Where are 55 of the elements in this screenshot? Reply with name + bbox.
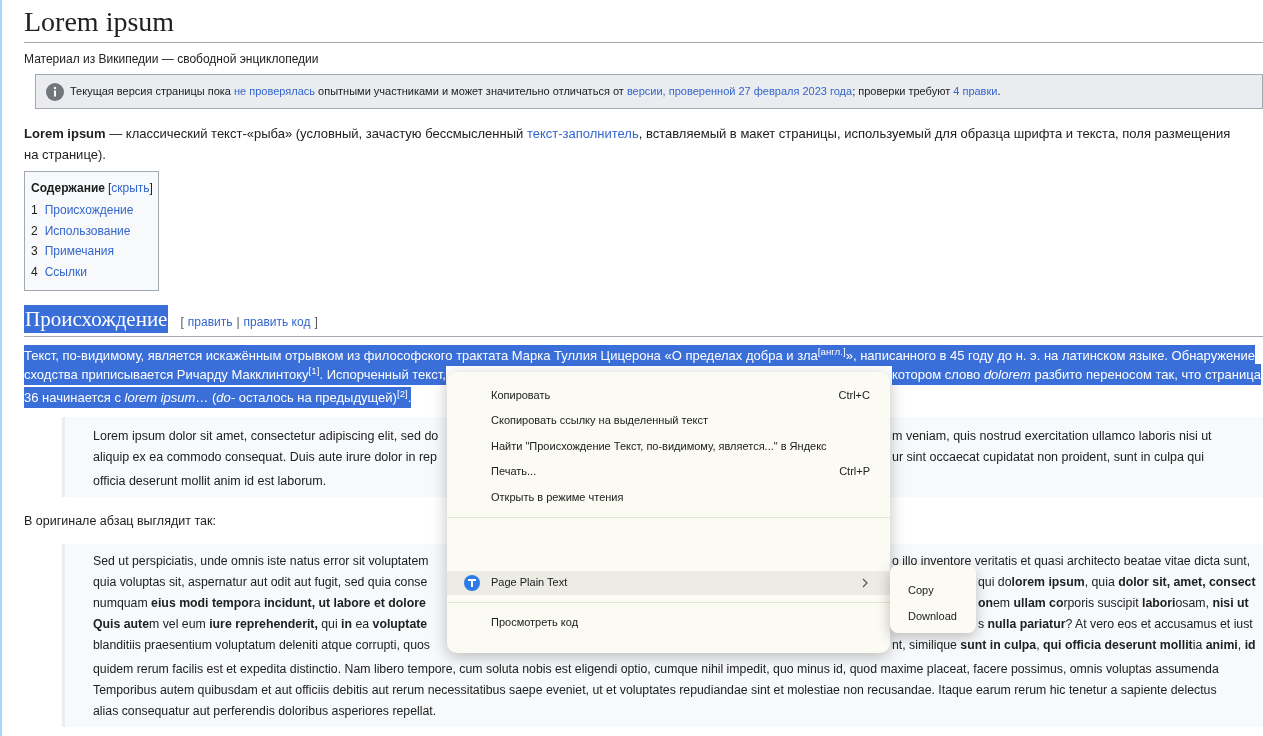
bracket: ]	[314, 314, 318, 331]
text-line: alias consequatur aut perferendis doloribus asperiores repellat.	[93, 703, 437, 720]
menu-item[interactable]: Печать... Ctrl+P	[447, 458, 890, 484]
separator: |	[236, 314, 240, 331]
toc-link[interactable]: Примечания	[44, 241, 114, 262]
bracket: ]	[149, 180, 153, 197]
text-line: aliquip ex ea commodo consequat. Duis aute irure dolor in rep	[93, 449, 437, 466]
toc-number: 2	[31, 222, 38, 240]
text-line: m veniam, quis nostrud exercitation ullamco laboris nisi ut	[892, 428, 1212, 445]
toc-number: 1	[31, 202, 38, 219]
text-line: officia deserunt mollit anim id est laborum.	[93, 473, 327, 490]
text-line: Lorem ipsum dolor sit amet, consectetur adipiscing elit, sed do	[93, 428, 439, 445]
toc-link[interactable]: Ссылки	[44, 261, 87, 282]
text-line: Temporibus autem quibusdam et aut officiis debitis aut rerum necessitatibus saepe eveniet, ut et voluptates repudiandae sint et molestiae non recusandae. Itaque earum rerum hic tenetur a sapiente delectus	[93, 682, 1217, 699]
text-line: quidem rerum facilis est et expedita distinctio. Nam libero tempore, cum soluta nobis est eligendi optio, cumque nihil impedit, quo minus id, quod maxime placeat, facere possimus, omnis voluptas assumenda	[93, 661, 1219, 678]
edit-link[interactable]: править код	[243, 313, 311, 331]
note-text: В оригинале абзац выглядит так:	[24, 513, 216, 530]
menu-item[interactable]: Открыть в режиме чтения	[447, 484, 890, 510]
text-line: Sed ut perspiciatis, unde omnis iste natus error sit voluptatem	[93, 553, 429, 570]
t-icon	[464, 574, 480, 591]
info-icon	[46, 82, 64, 101]
notice-text: Текущая версия страницы пока не проверялась опытными участниками и может значительно отличаться от версии, проверенной 27 февраля 2023 года; проверки требуют 4 правки.	[70, 84, 1001, 100]
toc-title: Содержание	[31, 180, 105, 197]
text-line: onem ullam corporis suscipit laboriosam, nisi ut	[978, 595, 1249, 612]
section-heading: Происхождение	[24, 305, 169, 333]
text-line: o illo inventore veritatis et quasi architecto beatae vitae dicta sunt,	[892, 553, 1251, 570]
text-line: quia voluptas sit, aspernatur aut odit aut fugit, sed quia conse	[93, 574, 428, 591]
menu-item[interactable]: Copy	[890, 577, 976, 603]
text-line: ur sint occaecat cupidatat non proident, sunt in culpa qui	[892, 449, 1204, 466]
toc-number: 4	[31, 263, 38, 281]
page-title: Lorem ipsum	[24, 5, 175, 39]
bracket: [	[180, 314, 184, 331]
menu-item[interactable]: Копировать Ctrl+C	[447, 382, 890, 408]
toc-link[interactable]: Происхождение	[44, 200, 134, 221]
menu-item[interactable]: Найти "Происхождение Текст, по-видимому, является..." в Яндекс	[447, 433, 890, 459]
text-line: s nulla pariatur? At vero eos et accusamus et iust	[978, 616, 1253, 633]
menu-item[interactable]: Скопировать ссылку на выделенный текст	[447, 407, 890, 433]
text-line: qui dolorem ipsum, quia dolor sit, amet, consect	[978, 574, 1256, 591]
intro-paragraph: Lorem ipsum — классический текст-«рыба» (условный, зачастую бессмысленный текст-заполнитель, вставляемый в макет страницы, используемый для образца шрифта и текста, поля размещения на странице).	[24, 125, 1232, 164]
link[interactable]: не проверялась	[234, 85, 315, 98]
tagline: Материал из Википедии — свободной энциклопедии	[24, 51, 319, 67]
toc-hide-link[interactable]: скрыть	[111, 178, 150, 198]
chevron-right-icon	[862, 577, 868, 588]
bracket: [	[107, 180, 112, 197]
menu-item[interactable]: Download	[890, 603, 976, 629]
text-line: blanditiis praesentium voluptatum deleniti atque corrupti, quos	[93, 637, 430, 654]
menu-item[interactable]: Просмотреть код	[447, 609, 890, 635]
menu-item[interactable]: Page Plain Text	[447, 570, 890, 595]
text-line: Quis autem vel eum iure reprehenderit, qui in ea voluptate	[93, 616, 428, 633]
toc-link[interactable]: Использование	[44, 220, 131, 241]
toc-number: 3	[31, 243, 38, 260]
link[interactable]: текст-заполнитель	[526, 126, 639, 141]
edit-link[interactable]: править	[187, 313, 233, 331]
text-line: numquam eius modi tempora incidunt, ut labore et dolore	[93, 595, 426, 612]
text-line: nt, similique sunt in culpa, qui officia deserunt mollitia animi, id	[892, 637, 1256, 654]
